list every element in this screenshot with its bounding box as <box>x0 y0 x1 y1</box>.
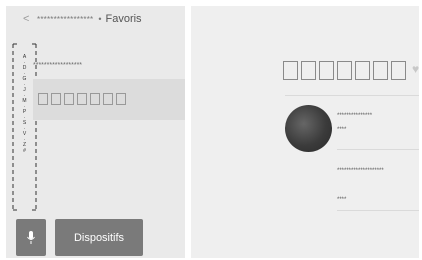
list-item-selected[interactable] <box>33 79 185 120</box>
contact-name[interactable]: ******************** <box>337 168 384 174</box>
placeholder-glyph <box>38 93 48 105</box>
left-panel: < ***************** • Favoris A · D · G · J · M ·… <box>6 6 185 258</box>
placeholder-glyph <box>337 61 352 80</box>
divider <box>337 149 419 150</box>
placeholder-glyph <box>51 93 61 105</box>
index-letters: A · D · G · J · M · P · S · V · Z # <box>14 54 35 155</box>
placeholder-glyph <box>64 93 74 105</box>
placeholder-glyph <box>103 93 113 105</box>
voice-button[interactable] <box>16 219 46 256</box>
breadcrumb: < ***************** • Favoris <box>6 6 185 32</box>
breadcrumb-item-favorites: Favoris <box>105 13 142 25</box>
breadcrumb-separator: • <box>98 14 102 24</box>
breadcrumb-item-source[interactable]: ***************** <box>37 15 93 24</box>
contact-detail: **** <box>337 197 347 203</box>
placeholder-glyph <box>391 61 406 80</box>
placeholder-glyph <box>77 93 87 105</box>
placeholder-glyph <box>283 61 298 80</box>
detail-panel: ♥ *************** **** *****************… <box>191 6 419 258</box>
placeholder-glyph <box>301 61 316 80</box>
devices-button[interactable]: Dispositifs <box>55 219 143 256</box>
detail-title-placeholder <box>283 61 406 80</box>
divider <box>285 95 419 96</box>
bottom-bar: Dispositifs <box>6 217 185 258</box>
heart-icon[interactable]: ♥ <box>412 62 419 76</box>
placeholder-glyph <box>373 61 388 80</box>
back-button[interactable]: < <box>23 13 33 25</box>
list-item[interactable]: ****************** <box>33 62 82 69</box>
placeholder-glyph <box>116 93 126 105</box>
contact-photo <box>285 105 332 152</box>
index-letter[interactable]: # <box>14 148 35 155</box>
placeholder-glyph <box>355 61 370 80</box>
list-item-label-placeholder <box>38 93 126 105</box>
contact-detail: **** <box>337 127 347 133</box>
microphone-icon <box>27 230 35 244</box>
placeholder-glyph <box>319 61 334 80</box>
contact-name: *************** <box>337 113 373 119</box>
divider <box>337 210 419 211</box>
placeholder-glyph <box>90 93 100 105</box>
screen: < ***************** • Favoris A · D · G · J · M ·… <box>6 6 419 258</box>
